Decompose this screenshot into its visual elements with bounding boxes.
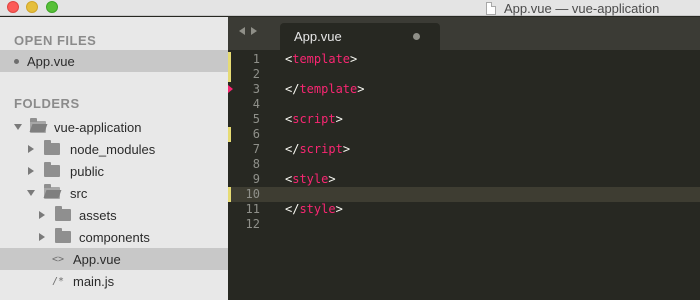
tab-bar: App.vue [228,17,700,50]
tag-bracket: > [357,82,365,96]
tag-bracket: </ [285,202,300,216]
tree-item-label: main.js [73,273,115,289]
line-number: 11 [245,202,260,216]
folder-icon [55,228,71,243]
code-line: </template> [285,82,364,97]
zoom-window-button[interactable] [46,1,58,13]
window-title: App.vue — vue-application [504,0,660,16]
tag-bracket: > [350,52,358,66]
tree-item-app-vue[interactable]: <> App.vue [0,248,228,270]
line-number: 6 [252,127,260,141]
folders-heading: FOLDERS [14,96,80,111]
close-window-button[interactable] [7,1,19,13]
tab-navigation [239,27,257,35]
sidebar: OPEN FILES App.vue FOLDERS vue-applicati… [0,17,228,300]
code-line: <template> [285,52,357,67]
tree-item-public[interactable]: public [0,160,228,182]
code-file-icon: <> [52,253,65,265]
code-line: </script> [285,142,350,157]
open-files-heading: OPEN FILES [14,33,97,48]
folder-open-icon [30,118,46,133]
code-line: <script> [285,112,343,127]
chevron-right-icon[interactable] [28,145,34,153]
code-line: <style> [285,172,336,187]
line-number: 9 [252,172,260,186]
tag-bracket: </ [285,82,300,96]
folder-icon [44,140,60,155]
line-number: 10 [245,187,260,201]
tag-name: style [292,172,329,186]
tag-name: template [299,82,358,96]
line-number: 2 [252,67,260,81]
folder-icon [44,162,60,177]
line-number: 12 [245,217,260,231]
tree-item-node-modules[interactable]: node_modules [0,138,228,160]
line-number: 5 [252,112,260,126]
tree-item-label: components [79,229,150,245]
tag-bracket: > [328,172,336,186]
chevron-down-icon[interactable] [14,124,22,130]
tab-app-vue[interactable]: App.vue [280,23,440,50]
open-file-label: App.vue [27,53,75,69]
current-line-highlight [280,187,700,202]
window-title-group: App.vue — vue-application [486,0,659,16]
tag-bracket: </ [285,142,300,156]
line-number: 3 [252,82,260,96]
folder-icon [55,206,71,221]
document-icon [486,1,496,15]
unsaved-dot-icon[interactable] [413,33,420,40]
tree-item-label: src [70,185,88,201]
tree-item-main-js[interactable]: /* main.js [0,270,228,292]
line-number: 4 [252,97,260,111]
tree-item-label: App.vue [73,251,121,267]
tree-item-label: vue-application [54,119,142,135]
tree-item-assets[interactable]: assets [0,204,228,226]
title-bar: App.vue — vue-application [0,0,700,16]
tag-name: script [299,142,343,156]
tag-name: template [292,52,351,66]
tag-bracket: > [335,202,343,216]
tree-item-label: public [70,163,104,179]
line-number: 1 [252,52,260,66]
tree-item-label: assets [79,207,117,223]
tab-label: App.vue [294,29,342,44]
line-number: 7 [252,142,260,156]
folder-open-icon [44,184,60,199]
tree-item-label: node_modules [70,141,156,157]
tree-item-components[interactable]: components [0,226,228,248]
tree-item-vue-application[interactable]: vue-application [0,116,228,138]
tag-name: style [299,202,336,216]
chevron-right-icon[interactable] [28,167,34,175]
minimize-window-button[interactable] [26,1,38,13]
tree-item-src[interactable]: src [0,182,228,204]
tag-bracket: > [335,112,343,126]
next-tab-icon[interactable] [251,27,257,35]
tag-bracket: > [342,142,351,156]
chevron-right-icon[interactable] [39,233,45,241]
open-file-dot-icon [14,58,19,64]
line-number: 8 [252,157,260,171]
script-file-icon: /* [52,275,65,287]
tag-name: script [292,112,336,126]
previous-tab-icon[interactable] [239,27,245,35]
code-line: </style> [285,202,343,217]
chevron-down-icon[interactable] [27,190,35,196]
open-file-item-app-vue[interactable]: App.vue [0,50,228,72]
chevron-right-icon[interactable] [39,211,45,219]
code-editor[interactable]: 1 <template> 2 3 </template> 4 5 <script> 6 7 </sc… [228,50,700,300]
